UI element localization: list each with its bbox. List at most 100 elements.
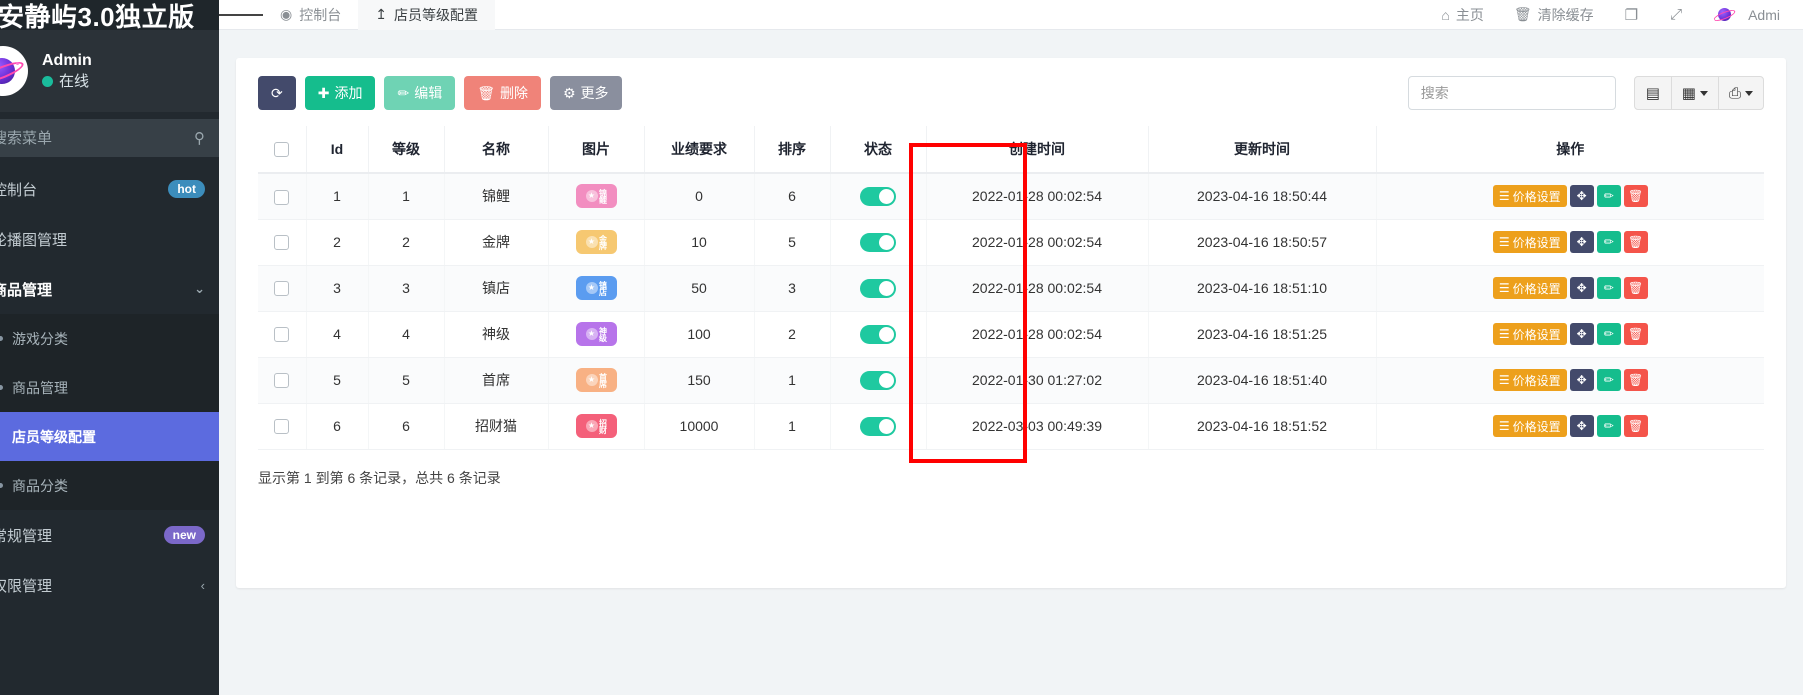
row-edit-button[interactable]: ✏ (1597, 231, 1621, 253)
cell-status[interactable] (830, 219, 926, 265)
price-settings-button[interactable]: ☰价格设置 (1493, 415, 1567, 437)
sidebar-item-permission-management[interactable]: 权限管理 ‹ (0, 560, 219, 610)
col-status[interactable]: 状态 (830, 126, 926, 173)
col-operations[interactable]: 操作 (1376, 126, 1764, 173)
col-updated-time[interactable]: 更新时间 (1148, 126, 1376, 173)
sidebar-item-carousel[interactable]: 轮播图管理 (0, 214, 219, 264)
cell-operations[interactable]: ☰价格设置✥✏🗑 (1376, 311, 1764, 357)
select-all-checkbox[interactable] (274, 142, 289, 157)
cell-status[interactable] (830, 265, 926, 311)
row-checkbox[interactable] (274, 190, 289, 205)
status-toggle[interactable] (860, 417, 896, 436)
sidebar-item-goods-management[interactable]: 商品管理 ⌄ (0, 264, 219, 314)
row-checkbox[interactable] (274, 281, 289, 296)
export-button[interactable]: ⎙ (1718, 76, 1764, 110)
row-checkbox[interactable] (274, 419, 289, 434)
move-button[interactable]: ✥ (1570, 415, 1594, 437)
sidebar-item-general-management[interactable]: 常规管理 new (0, 510, 219, 560)
fullscreen-button[interactable]: ⤢ (1656, 0, 1696, 30)
row-edit-button[interactable]: ✏ (1597, 185, 1621, 207)
row-select-cell[interactable] (258, 219, 306, 265)
table-row[interactable]: 33镇店★镇店5032022-01-28 00:02:542023-04-16 … (258, 265, 1764, 311)
table-row[interactable]: 55首席★首席15012022-01-30 01:27:022023-04-16… (258, 357, 1764, 403)
price-settings-button[interactable]: ☰价格设置 (1493, 185, 1567, 207)
table-row[interactable]: 66招财猫★招财1000012022-03-03 00:49:392023-04… (258, 403, 1764, 449)
row-select-cell[interactable] (258, 265, 306, 311)
row-delete-button[interactable]: 🗑 (1624, 277, 1648, 299)
cell-operations[interactable]: ☰价格设置✥✏🗑 (1376, 403, 1764, 449)
status-toggle[interactable] (860, 279, 896, 298)
row-checkbox[interactable] (274, 373, 289, 388)
sidebar-item-clerk-level-config[interactable]: 店员等级配置 (0, 412, 219, 461)
row-select-cell[interactable] (258, 357, 306, 403)
cell-status[interactable] (830, 173, 926, 219)
cell-operations[interactable]: ☰价格设置✥✏🗑 (1376, 219, 1764, 265)
home-button[interactable]: ⌂ 主页 (1428, 0, 1496, 30)
sidebar-item-goods[interactable]: 商品管理 (0, 363, 219, 412)
list-view-button[interactable]: ▤ (1634, 76, 1672, 110)
new-window-button[interactable]: ❐ (1611, 0, 1652, 30)
menu-toggle-icon[interactable] (219, 11, 263, 18)
row-delete-button[interactable]: 🗑 (1624, 369, 1648, 391)
row-edit-button[interactable]: ✏ (1597, 415, 1621, 437)
row-edit-button[interactable]: ✏ (1597, 323, 1621, 345)
table-row[interactable]: 44神级★神级10022022-01-28 00:02:542023-04-16… (258, 311, 1764, 357)
row-checkbox[interactable] (274, 235, 289, 250)
row-checkbox[interactable] (274, 327, 289, 342)
row-edit-button[interactable]: ✏ (1597, 277, 1621, 299)
sidebar-item-goods-category[interactable]: 商品分类 (0, 461, 219, 510)
col-level[interactable]: 等级 (368, 126, 444, 173)
brand-logo[interactable]: 安静屿3.0独立版 (0, 0, 219, 30)
refresh-button[interactable]: ⟳ (258, 76, 296, 110)
row-select-cell[interactable] (258, 173, 306, 219)
more-button[interactable]: ⚙ 更多 (550, 76, 622, 110)
cell-status[interactable] (830, 357, 926, 403)
col-performance[interactable]: 业绩要求 (644, 126, 754, 173)
row-delete-button[interactable]: 🗑 (1624, 231, 1648, 253)
move-button[interactable]: ✥ (1570, 185, 1594, 207)
sidebar-item-game-category[interactable]: 游戏分类 (0, 314, 219, 363)
move-button[interactable]: ✥ (1570, 323, 1594, 345)
col-id[interactable]: Id (306, 126, 368, 173)
table-row[interactable]: 11锦鲤★锦鲤062022-01-28 00:02:542023-04-16 1… (258, 173, 1764, 219)
col-image[interactable]: 图片 (548, 126, 644, 173)
row-select-cell[interactable] (258, 311, 306, 357)
row-select-cell[interactable] (258, 403, 306, 449)
sidebar-search[interactable]: ⚲ (0, 119, 219, 157)
price-settings-button[interactable]: ☰价格设置 (1493, 323, 1567, 345)
col-name[interactable]: 名称 (444, 126, 548, 173)
table-row[interactable]: 22金牌★金牌1052022-01-28 00:02:542023-04-16 … (258, 219, 1764, 265)
price-settings-button[interactable]: ☰价格设置 (1493, 231, 1567, 253)
col-created-time[interactable]: 创建时间 (926, 126, 1148, 173)
col-select-all[interactable] (258, 126, 306, 173)
cell-operations[interactable]: ☰价格设置✥✏🗑 (1376, 173, 1764, 219)
row-delete-button[interactable]: 🗑 (1624, 415, 1648, 437)
col-sort[interactable]: 排序 (754, 126, 830, 173)
status-toggle[interactable] (860, 325, 896, 344)
move-button[interactable]: ✥ (1570, 277, 1594, 299)
search-menu-input[interactable] (0, 129, 194, 148)
edit-button[interactable]: ✏ 编辑 (384, 76, 455, 110)
add-button[interactable]: ✚ 添加 (305, 76, 376, 110)
status-toggle[interactable] (860, 371, 896, 390)
row-delete-button[interactable]: 🗑 (1624, 185, 1648, 207)
user-menu[interactable]: Admi (1700, 0, 1793, 30)
move-button[interactable]: ✥ (1570, 231, 1594, 253)
sidebar-item-console[interactable]: 控制台 hot (0, 164, 219, 214)
clear-cache-button[interactable]: 🗑 清除缓存 (1501, 0, 1607, 30)
row-edit-button[interactable]: ✏ (1597, 369, 1621, 391)
row-delete-button[interactable]: 🗑 (1624, 323, 1648, 345)
status-toggle[interactable] (860, 187, 896, 206)
move-button[interactable]: ✥ (1570, 369, 1594, 391)
cell-operations[interactable]: ☰价格设置✥✏🗑 (1376, 265, 1764, 311)
cell-status[interactable] (830, 403, 926, 449)
cell-operations[interactable]: ☰价格设置✥✏🗑 (1376, 357, 1764, 403)
price-settings-button[interactable]: ☰价格设置 (1493, 369, 1567, 391)
search-input[interactable] (1408, 76, 1616, 110)
column-chooser-button[interactable]: ▦ (1671, 76, 1719, 110)
delete-button[interactable]: 🗑 删除 (464, 76, 541, 110)
cell-status[interactable] (830, 311, 926, 357)
status-toggle[interactable] (860, 233, 896, 252)
tab-clerk-level-config[interactable]: ↥ 店员等级配置 (358, 0, 495, 30)
price-settings-button[interactable]: ☰价格设置 (1493, 277, 1567, 299)
